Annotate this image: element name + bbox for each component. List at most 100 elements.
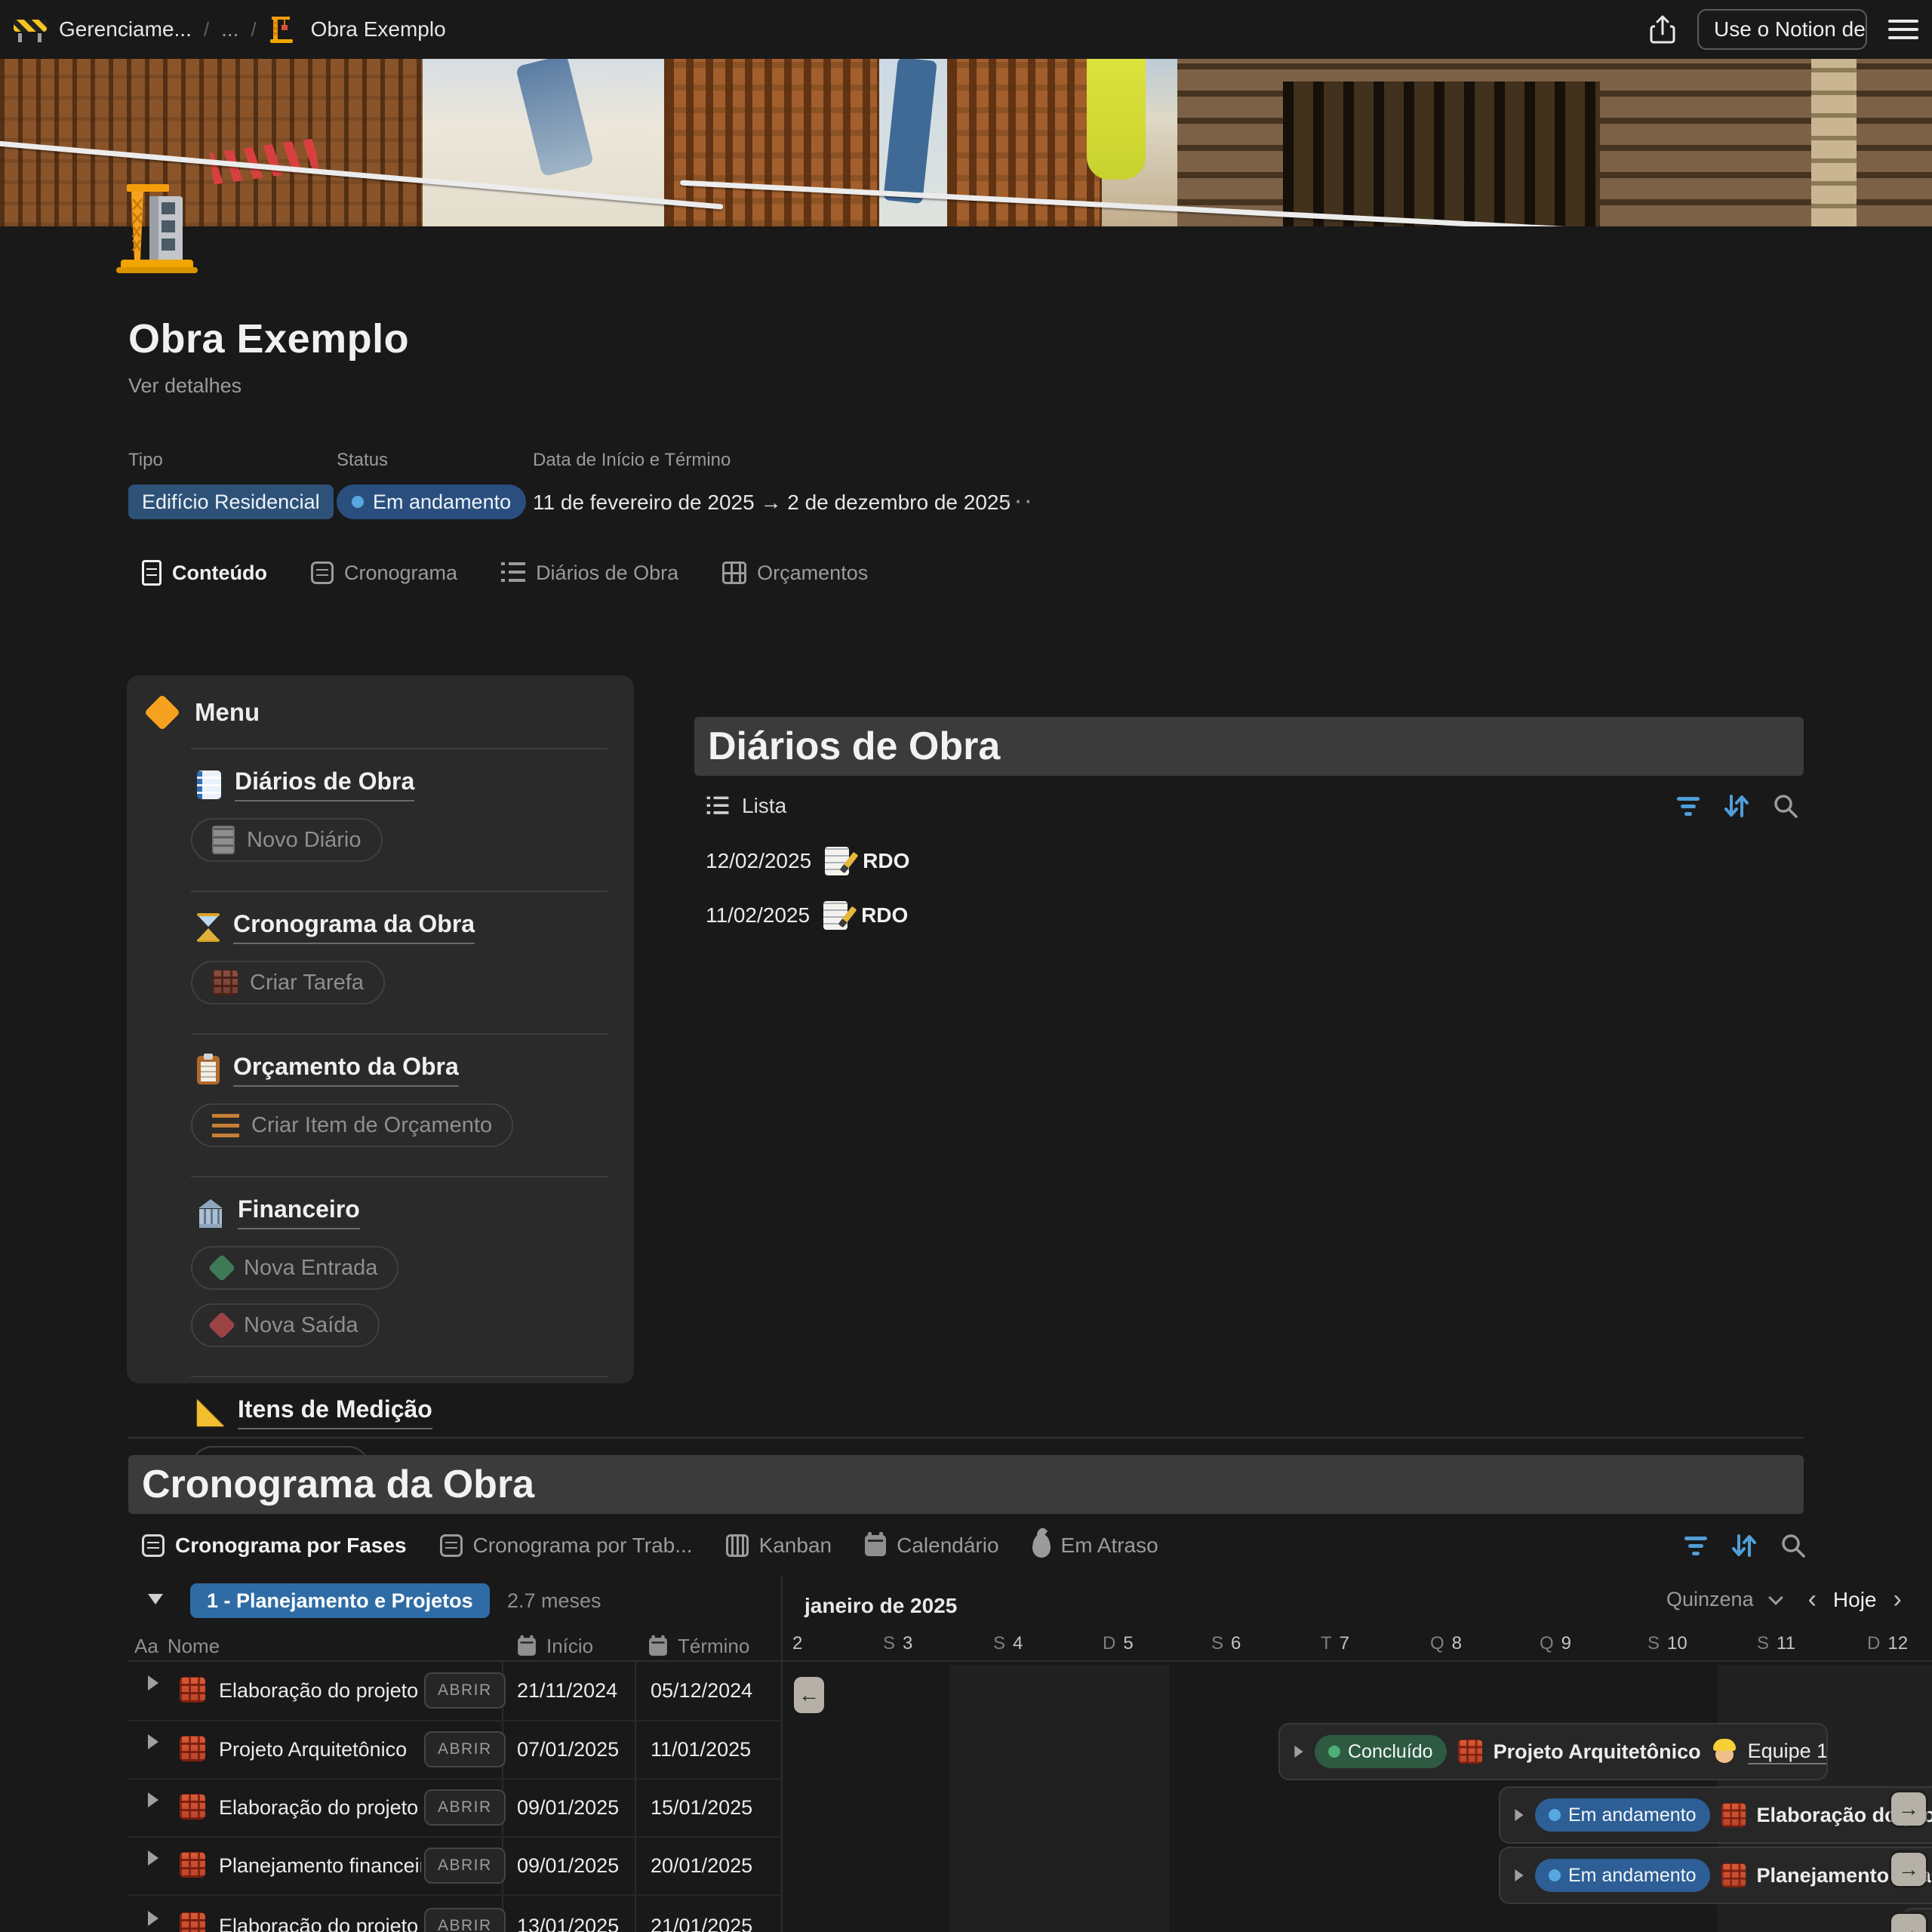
criar-item-orcamento-button[interactable]: Criar Item de Orçamento xyxy=(191,1103,513,1147)
scroll-to-bar-right-badge[interactable]: → xyxy=(1891,1853,1926,1886)
expand-triangle-icon[interactable] xyxy=(1515,1869,1523,1881)
abrir-button[interactable]: ABRIR xyxy=(424,1672,506,1709)
page-subtitle[interactable]: Ver detalhes xyxy=(128,374,242,398)
tab-orcamentos[interactable]: Orçamentos xyxy=(722,560,868,586)
next-button[interactable]: › xyxy=(1894,1585,1902,1614)
bar-assignee[interactable]: Equipe 1 xyxy=(1748,1740,1828,1764)
breadcrumb-ellipsis[interactable]: ... xyxy=(221,17,238,42)
expand-triangle-icon[interactable] xyxy=(148,1911,158,1926)
page-icon[interactable] xyxy=(113,181,204,275)
tab-diarios[interactable]: Diários de Obra xyxy=(501,560,678,586)
nova-entrada-button[interactable]: Nova Entrada xyxy=(191,1246,398,1290)
start-date[interactable]: 13/01/2025 xyxy=(517,1915,619,1932)
hamburger-menu-icon[interactable] xyxy=(1888,20,1918,39)
sort-icon[interactable] xyxy=(1730,1532,1757,1559)
status-pill[interactable]: Em andamento xyxy=(1535,1859,1710,1892)
collapse-triangle-icon[interactable] xyxy=(148,1594,163,1604)
timeline-bar[interactable]: Em andamento Planejamento financeiro xyxy=(1499,1847,1932,1904)
start-date[interactable]: 09/01/2025 xyxy=(517,1796,619,1820)
menu-link-financeiro[interactable]: Financeiro xyxy=(197,1195,634,1229)
abrir-button[interactable]: ABRIR xyxy=(424,1847,506,1884)
tab-cronograma[interactable]: Cronograma xyxy=(311,560,457,586)
end-date[interactable]: 11/01/2025 xyxy=(651,1738,751,1761)
today-button[interactable]: Hoje xyxy=(1833,1588,1877,1612)
tab-conteudo[interactable]: Conteúdo xyxy=(142,560,267,586)
diarios-heading-bar[interactable]: Diários de Obra xyxy=(694,717,1804,776)
expand-triangle-icon[interactable] xyxy=(148,1734,158,1749)
abrir-button[interactable]: ABRIR xyxy=(424,1789,506,1826)
entry-title: RDO xyxy=(861,903,908,928)
cronograma-heading-bar[interactable]: Cronograma da Obra xyxy=(128,1455,1804,1514)
menu-link-cronograma[interactable]: Cronograma da Obra xyxy=(197,910,634,944)
start-date[interactable]: 07/01/2025 xyxy=(517,1738,619,1761)
column-header-inicio[interactable]: Início xyxy=(546,1635,593,1658)
column-header-nome[interactable]: Nome xyxy=(168,1635,220,1658)
view-tab-cronograma-trab[interactable]: Cronograma por Trab... xyxy=(440,1534,693,1558)
brick-icon xyxy=(1457,1740,1481,1764)
scroll-to-bar-right-badge[interactable]: → xyxy=(1891,1792,1926,1826)
expand-triangle-icon[interactable] xyxy=(148,1850,158,1866)
task-name[interactable]: Planejamento financeiro xyxy=(219,1854,421,1878)
menu-link-diarios[interactable]: Diários de Obra xyxy=(197,768,634,801)
brick-icon xyxy=(1721,1803,1745,1827)
nova-saida-button[interactable]: Nova Saída xyxy=(191,1303,380,1347)
tipo-tag[interactable]: Edifício Residencial xyxy=(128,485,334,519)
expand-triangle-icon[interactable] xyxy=(1515,1809,1523,1821)
end-date[interactable]: 15/01/2025 xyxy=(651,1796,752,1820)
sort-icon[interactable] xyxy=(1722,792,1749,820)
task-name[interactable]: Elaboração do projeto el xyxy=(219,1796,421,1820)
share-icon[interactable] xyxy=(1649,14,1676,45)
property-label-datas: Data de Início e Término xyxy=(533,450,731,471)
column-divider[interactable] xyxy=(635,1660,636,1932)
date-range-value[interactable]: 11 de fevereiro de 2025 → 2 de dezembro … xyxy=(533,491,1011,515)
group-pill[interactable]: 1 - Planejamento e Projetos xyxy=(190,1583,490,1618)
filter-icon[interactable] xyxy=(1677,797,1700,816)
scroll-to-bar-left-badge[interactable]: ← xyxy=(794,1677,824,1713)
timeline-bar[interactable]: Em andamento Elaboração do projeto el xyxy=(1499,1786,1932,1844)
status-pill[interactable]: Em andamento xyxy=(1535,1798,1710,1832)
view-tab-em-atraso[interactable]: Em Atraso xyxy=(1032,1534,1158,1558)
end-date[interactable]: 05/12/2024 xyxy=(651,1679,752,1703)
status-pill[interactable]: Concluído xyxy=(1315,1735,1447,1768)
start-date[interactable]: 09/01/2025 xyxy=(517,1854,619,1878)
start-date[interactable]: 21/11/2024 xyxy=(517,1679,617,1703)
breadcrumb-current-page[interactable]: Obra Exemplo xyxy=(311,17,446,42)
more-properties-button[interactable]: ··· xyxy=(1004,486,1034,515)
task-name[interactable]: Elaboração do projeto hi xyxy=(219,1679,421,1703)
end-date[interactable]: 21/01/2025 xyxy=(651,1915,752,1932)
menu-link-medicao[interactable]: Itens de Medição xyxy=(197,1395,634,1429)
menu-link-orcamento[interactable]: Orçamento da Obra xyxy=(197,1053,634,1087)
use-notion-button[interactable]: Use o Notion de g xyxy=(1697,9,1867,50)
flame-icon xyxy=(1032,1534,1051,1558)
zoom-level-dropdown[interactable]: Quinzena xyxy=(1666,1588,1754,1611)
expand-triangle-icon[interactable] xyxy=(1294,1746,1303,1758)
worker-vest xyxy=(1087,59,1146,180)
table-timeline-divider[interactable] xyxy=(781,1576,783,1932)
list-item[interactable]: 12/02/2025 RDO xyxy=(706,847,909,875)
column-header-termino[interactable]: Término xyxy=(678,1635,749,1658)
expand-triangle-icon[interactable] xyxy=(148,1792,158,1807)
scroll-to-bar-right-badge[interactable]: → xyxy=(1891,1914,1926,1932)
timeline-month-label: janeiro de 2025 xyxy=(804,1594,957,1618)
lista-view-tab[interactable]: Lista xyxy=(706,794,786,818)
task-name[interactable]: Projeto Arquitetônico xyxy=(219,1738,421,1761)
search-icon[interactable] xyxy=(1772,792,1799,820)
prev-button[interactable]: ‹ xyxy=(1808,1585,1817,1614)
list-item[interactable]: 11/02/2025 RDO xyxy=(706,901,908,930)
abrir-button[interactable]: ABRIR xyxy=(424,1908,506,1932)
view-tab-calendario[interactable]: Calendário xyxy=(865,1534,998,1558)
view-tab-cronograma-fases[interactable]: Cronograma por Fases xyxy=(142,1534,407,1558)
criar-tarefa-button[interactable]: Criar Tarefa xyxy=(191,961,385,1004)
breadcrumb-workspace[interactable]: Gerenciame... xyxy=(59,17,192,42)
search-icon[interactable] xyxy=(1780,1532,1807,1559)
abrir-button[interactable]: ABRIR xyxy=(424,1731,506,1767)
filter-icon[interactable] xyxy=(1684,1537,1707,1555)
status-pill[interactable]: Em andamento xyxy=(337,485,526,519)
novo-diario-button[interactable]: Novo Diário xyxy=(191,818,383,862)
expand-triangle-icon[interactable] xyxy=(148,1675,158,1690)
page-title[interactable]: Obra Exemplo xyxy=(128,315,409,362)
timeline-bar[interactable]: Concluído Projeto Arquitetônico Equipe 1 xyxy=(1278,1723,1828,1780)
end-date[interactable]: 20/01/2025 xyxy=(651,1854,752,1878)
view-tab-kanban[interactable]: Kanban xyxy=(726,1534,832,1558)
task-name[interactable]: Elaboração do projeto ar xyxy=(219,1915,421,1932)
